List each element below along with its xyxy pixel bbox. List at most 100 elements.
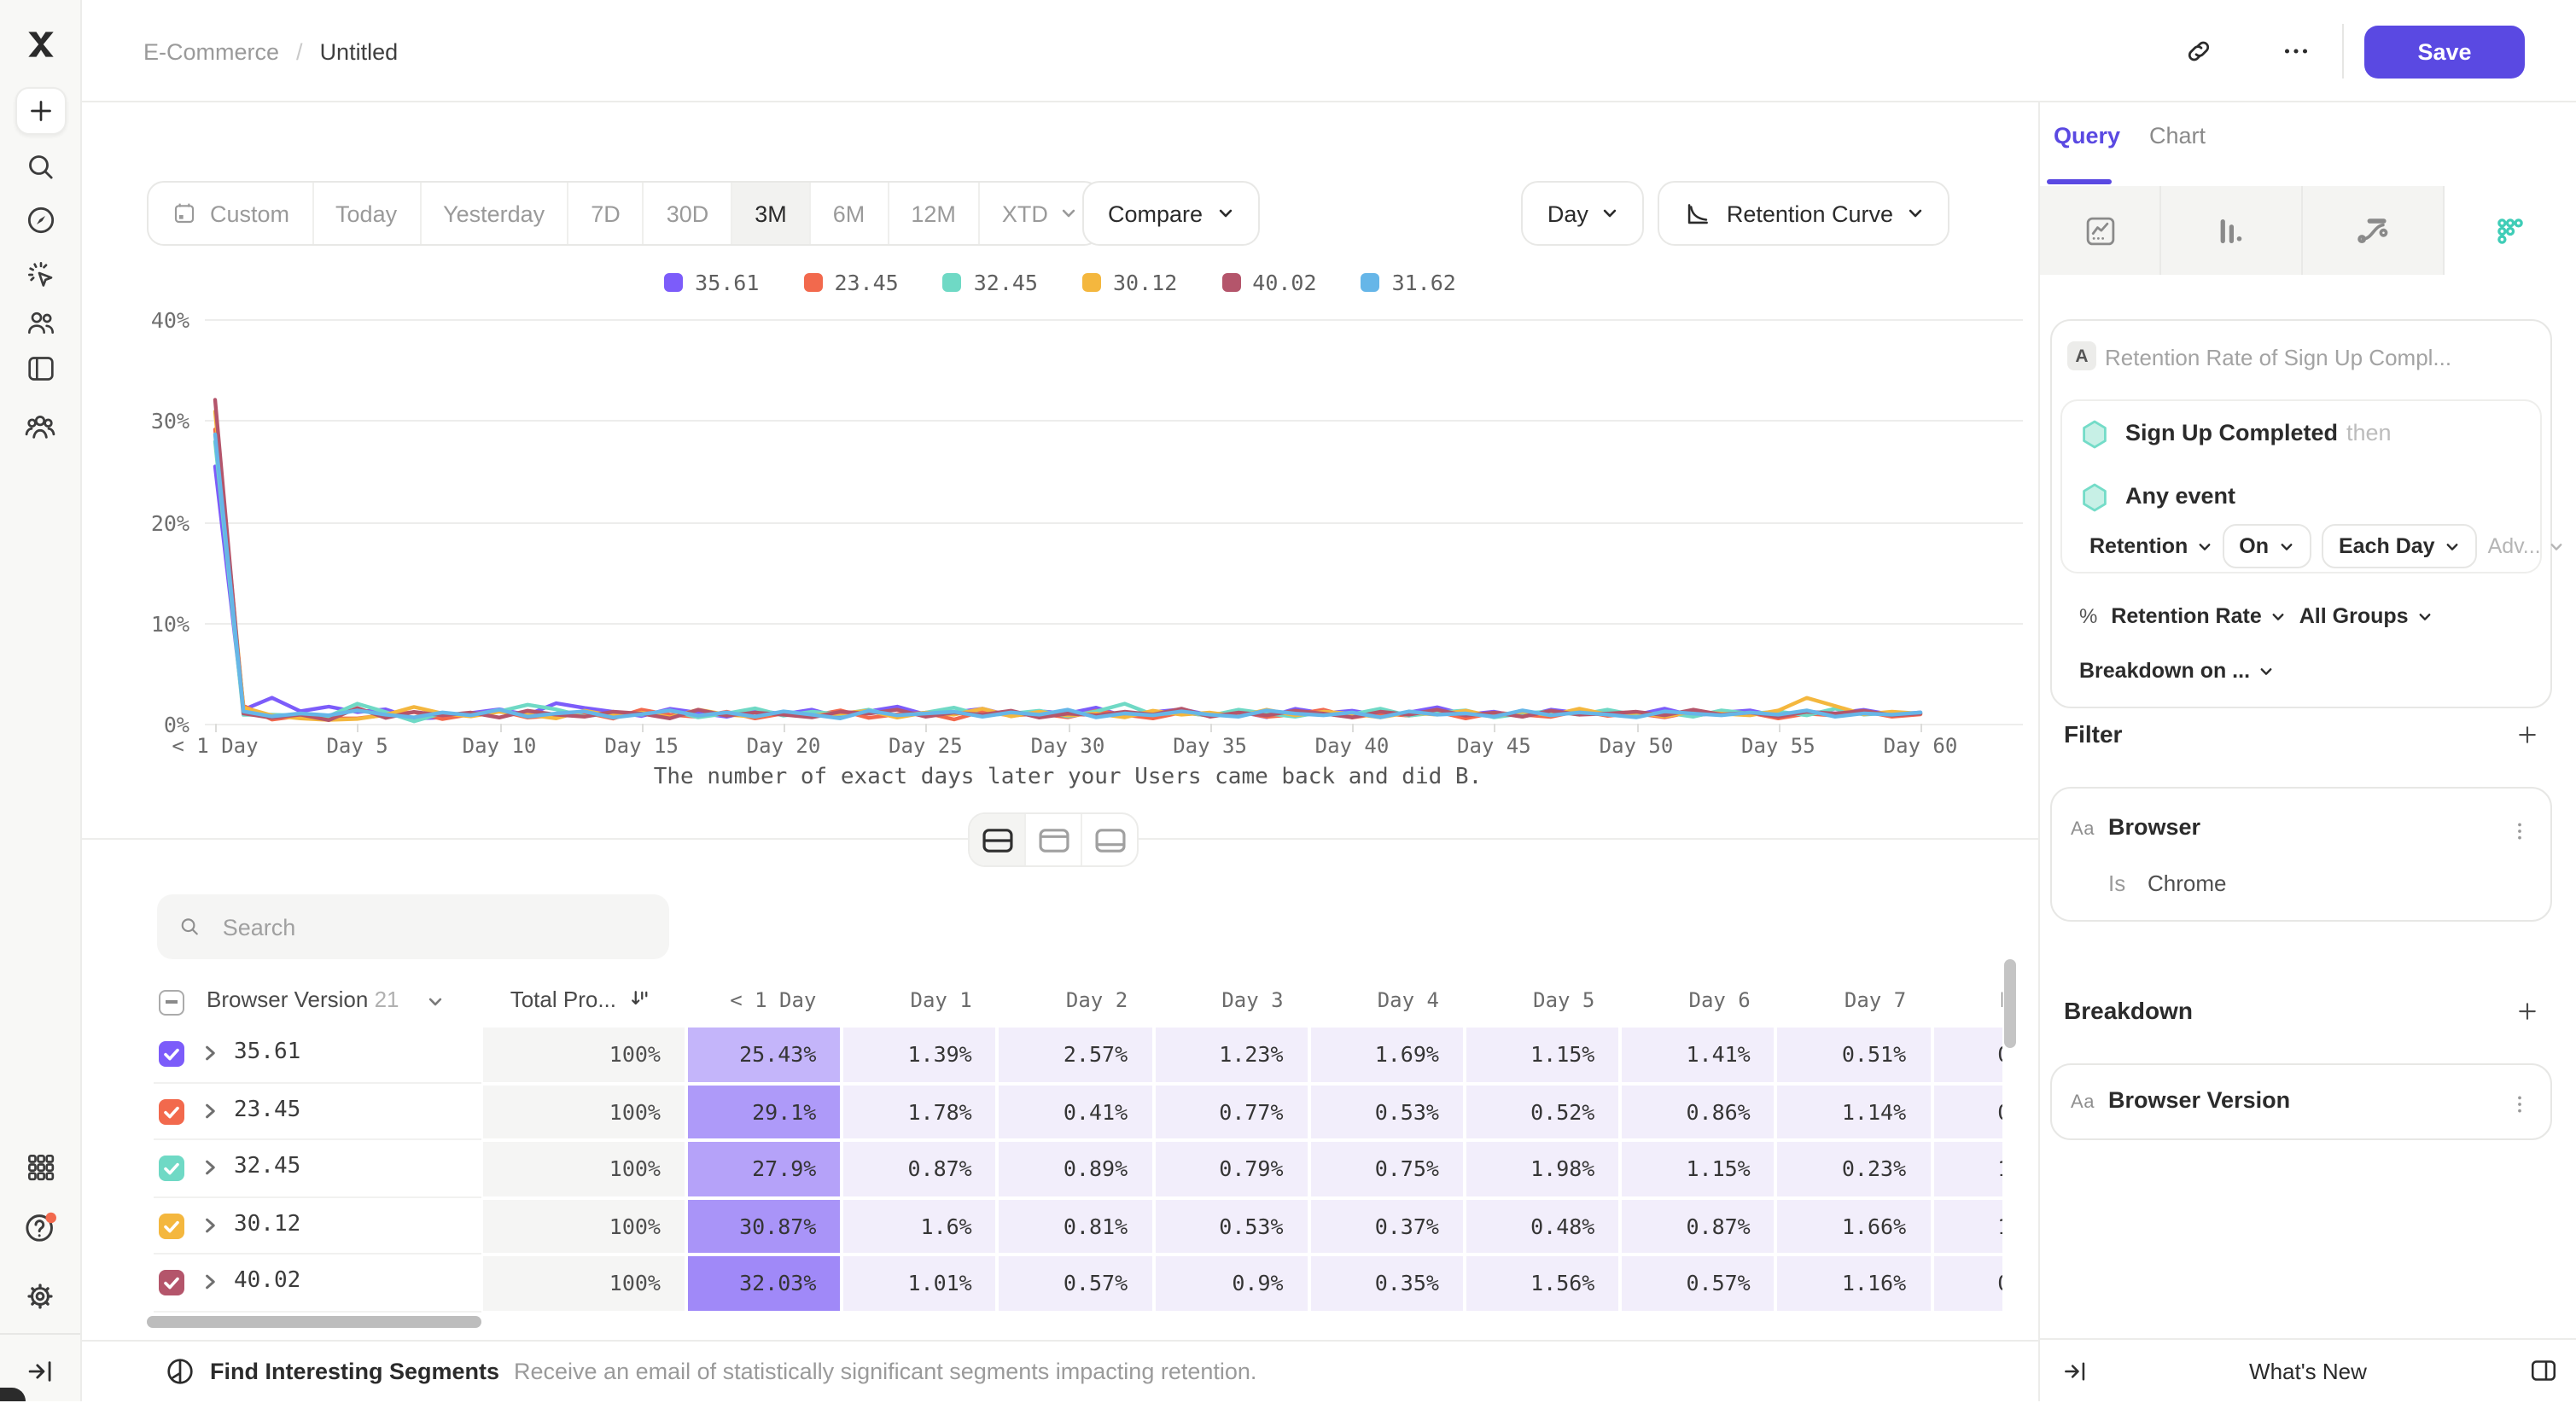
row-checkbox[interactable] (159, 1098, 184, 1124)
day-column-header-4[interactable]: Day 4 (1309, 981, 1439, 1026)
events-cursor-icon[interactable] (20, 254, 61, 295)
panel-layout-button[interactable] (2528, 1355, 2559, 1386)
filter-operator[interactable]: Is (2108, 870, 2125, 896)
view-toggle-chart[interactable] (1024, 814, 1081, 865)
granularity-dropdown[interactable]: Day (1522, 181, 1645, 246)
day-column-header-6[interactable]: Day 6 (1620, 981, 1750, 1026)
charttype-insights-button[interactable] (2040, 186, 2161, 275)
retention-cell-day3[interactable]: 0.53% (1155, 1199, 1307, 1253)
add-filter-button[interactable] (2511, 719, 2542, 749)
event1-name[interactable]: Sign Up Completed (2125, 420, 2338, 445)
range-button-today[interactable]: Today (312, 183, 419, 244)
legend-item-32-45[interactable]: 32.45 (943, 270, 1038, 295)
row-checkbox[interactable] (159, 1270, 184, 1295)
day-column-header-3[interactable]: Day 3 (1153, 981, 1283, 1026)
retention-cell-day1[interactable]: 1.6% (843, 1199, 995, 1253)
view-toggle-table[interactable] (1081, 814, 1137, 865)
row-checkbox[interactable] (159, 1213, 184, 1238)
cohorts-icon[interactable] (20, 406, 61, 447)
retention-cell-day7[interactable]: 1.14% (1778, 1085, 1930, 1138)
series-line-35-61[interactable] (215, 467, 1920, 719)
range-button-xtd[interactable]: XTD (978, 183, 1099, 244)
breakdown-property[interactable]: Browser Version (2108, 1087, 2290, 1113)
retention-cell-day4[interactable]: 0.37% (1311, 1199, 1463, 1253)
retention-cell-day2[interactable]: 0.41% (1000, 1085, 1151, 1138)
series-line-23-45[interactable] (215, 429, 1920, 719)
retention-cell-day7[interactable]: 1.16% (1778, 1256, 1930, 1310)
period-dropdown[interactable]: Each Day (2322, 524, 2478, 568)
retention-cell-day2[interactable]: 0.81% (1000, 1199, 1151, 1253)
retention-cell-day4[interactable]: 0.53% (1311, 1085, 1463, 1138)
retention-cell-day6[interactable]: 1.15% (1622, 1142, 1774, 1196)
copy-link-button[interactable] (2177, 31, 2221, 72)
retention-cell-day5[interactable]: 1.98% (1466, 1142, 1618, 1196)
retention-cell-day5[interactable]: 1.15% (1466, 1028, 1618, 1081)
advanced-dropdown[interactable]: Adv... (2488, 534, 2565, 558)
day-column-header-1[interactable]: Day 1 (842, 981, 971, 1026)
retention-cell-day8[interactable]: 1.02% (1933, 1199, 2002, 1253)
legend-item-31-62[interactable]: 31.62 (1361, 270, 1456, 295)
series-line-31-62[interactable] (215, 434, 1920, 719)
charttype-bar-button[interactable] (2161, 186, 2302, 275)
event2-name[interactable]: Any event (2125, 483, 2235, 509)
day-column-header-0[interactable]: < 1 Day (686, 981, 816, 1026)
retention-cell-day2[interactable]: 0.57% (1000, 1256, 1151, 1310)
retention-cell-day8[interactable]: 1.05% (1933, 1142, 2002, 1196)
add-breakdown-button[interactable] (2511, 995, 2542, 1026)
legend-item-40-02[interactable]: 40.02 (1221, 270, 1316, 295)
retention-cell-day0[interactable]: 29.1% (688, 1085, 840, 1138)
row-expander[interactable] (200, 1157, 220, 1178)
retention-cell-day6[interactable]: 1.41% (1622, 1028, 1774, 1081)
retention-cell-day1[interactable]: 1.78% (843, 1085, 995, 1138)
find-segments-button[interactable]: Find Interesting Segments (210, 1359, 499, 1384)
retention-cell-day8[interactable]: 0.62% (1933, 1028, 2002, 1081)
save-button[interactable]: Save (2364, 26, 2525, 79)
view-toggle-split[interactable] (970, 814, 1024, 865)
more-options-button[interactable] (2274, 31, 2318, 72)
row-expander[interactable] (200, 1272, 220, 1292)
retention-cell-day0[interactable]: 30.87% (688, 1199, 840, 1253)
range-button-custom[interactable]: Custom (149, 183, 312, 244)
breakdown-options-kebab[interactable] (2506, 1087, 2533, 1121)
search-input[interactable] (219, 912, 649, 941)
retention-cell-day2[interactable]: 2.57% (1000, 1028, 1151, 1081)
total-column-header[interactable]: Total Pro... (483, 987, 616, 1012)
breadcrumb-page[interactable]: Untitled (320, 38, 399, 64)
range-button-3m[interactable]: 3M (731, 183, 809, 244)
day-column-header-7[interactable]: Day 7 (1776, 981, 1906, 1026)
boards-icon[interactable] (20, 348, 61, 389)
charttype-retention-button[interactable] (2444, 186, 2576, 275)
group-column-header[interactable]: Browser Version 21 (207, 987, 399, 1012)
groups-dropdown[interactable]: All Groups (2299, 604, 2433, 628)
filter-value[interactable]: Chrome (2148, 870, 2227, 896)
retention-cell-day3[interactable]: 0.79% (1155, 1142, 1307, 1196)
day-column-header-5[interactable]: Day 5 (1465, 981, 1594, 1026)
retention-cell-day8[interactable]: 0.82% (1933, 1256, 2002, 1310)
range-button-6m[interactable]: 6M (809, 183, 888, 244)
retention-cell-day2[interactable]: 0.89% (1000, 1142, 1151, 1196)
retention-cell-day4[interactable]: 1.69% (1311, 1028, 1463, 1081)
filter-card[interactable]: Aa Browser Is Chrome (2050, 787, 2552, 922)
range-button-7d[interactable]: 7D (567, 183, 643, 244)
collapse-sidebar-icon[interactable] (20, 1350, 61, 1391)
explore-compass-icon[interactable] (20, 200, 61, 241)
help-icon[interactable] (20, 1207, 61, 1248)
retention-cell-day5[interactable]: 1.56% (1466, 1256, 1618, 1310)
retention-cell-day4[interactable]: 0.75% (1311, 1142, 1463, 1196)
retention-cell-day3[interactable]: 1.23% (1155, 1028, 1307, 1081)
chevron-down-icon[interactable] (427, 993, 444, 1010)
day-column-header-2[interactable]: Day 2 (998, 981, 1128, 1026)
retention-cell-day7[interactable]: 1.66% (1778, 1199, 1930, 1253)
retention-cell-day7[interactable]: 0.23% (1778, 1142, 1930, 1196)
row-expander[interactable] (200, 1214, 220, 1235)
row-expander[interactable] (200, 1100, 220, 1121)
sort-icon[interactable] (628, 987, 654, 1012)
search-nav-icon[interactable] (20, 147, 61, 188)
retention-cell-day1[interactable]: 1.39% (843, 1028, 995, 1081)
retention-cell-day1[interactable]: 1.01% (843, 1256, 995, 1310)
row-checkbox[interactable] (159, 1156, 184, 1181)
retention-cell-day6[interactable]: 0.87% (1622, 1199, 1774, 1253)
tab-query[interactable]: Query (2054, 123, 2120, 164)
horizontal-scrollbar[interactable] (147, 1316, 481, 1328)
select-all-checkbox[interactable] (159, 990, 184, 1016)
